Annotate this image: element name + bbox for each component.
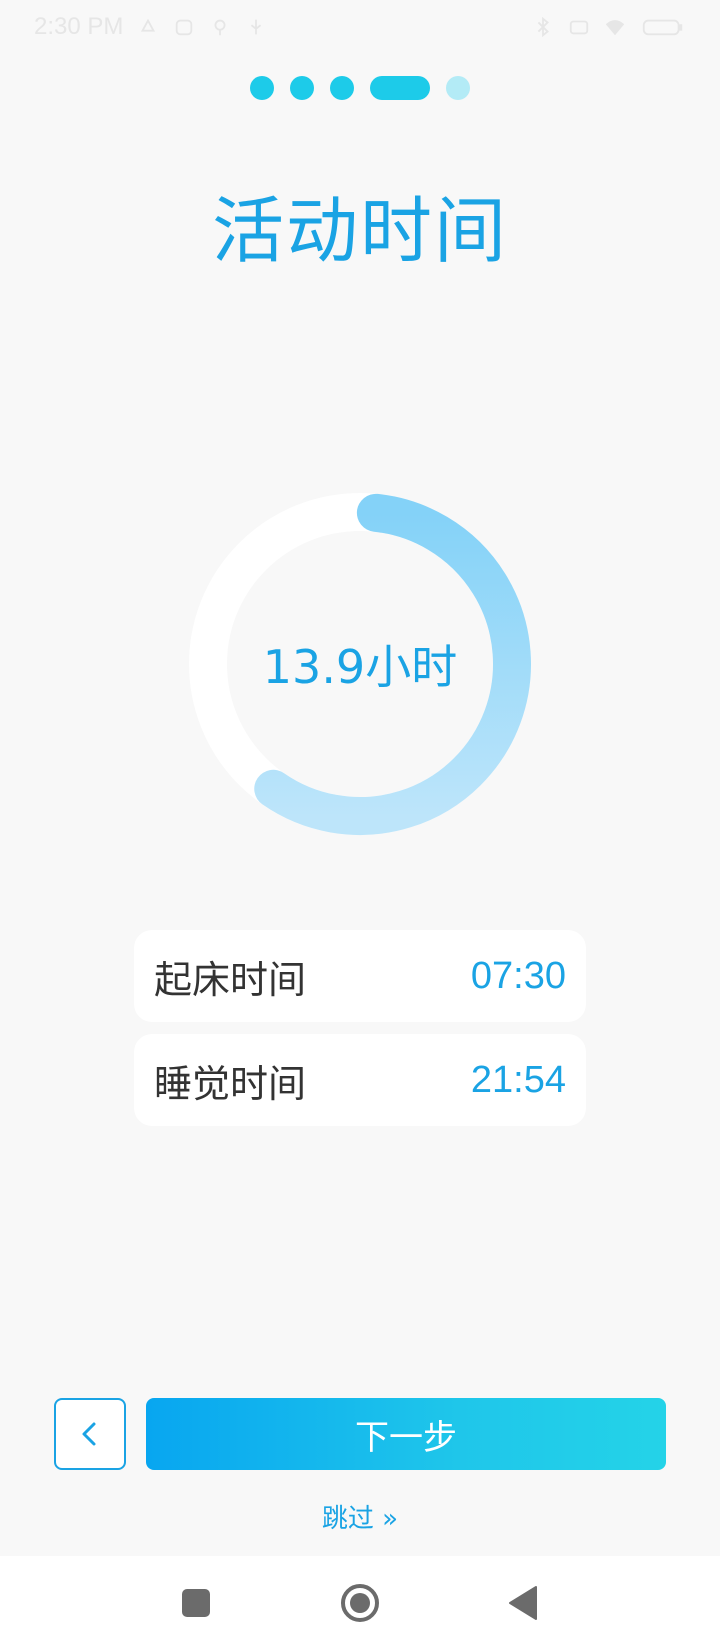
back-button[interactable]	[54, 1398, 126, 1470]
location-icon	[209, 16, 231, 38]
wifi-icon	[604, 16, 626, 38]
sleep-time-value[interactable]: 21:54	[471, 1059, 566, 1102]
home-icon[interactable]	[328, 1571, 392, 1635]
sim-icon	[568, 16, 590, 38]
battery-icon	[640, 16, 686, 38]
usb-icon	[245, 16, 267, 38]
next-step-button[interactable]: 下一步	[146, 1398, 666, 1470]
step-dot	[250, 76, 274, 100]
wake-time-row[interactable]: 起床时间 07:30	[134, 930, 586, 1022]
back-icon[interactable]	[492, 1571, 556, 1635]
sleep-time-row[interactable]: 睡觉时间 21:54	[134, 1034, 586, 1126]
step-dot	[446, 76, 470, 100]
chevron-left-icon	[74, 1418, 106, 1450]
step-indicator	[0, 76, 720, 100]
page-title: 活动时间	[211, 189, 508, 273]
step-dot-active	[370, 76, 430, 100]
status-right	[532, 16, 686, 38]
status-bar: 2:30 PM	[0, 0, 720, 54]
recycle-icon	[137, 16, 159, 38]
status-left: 2:30 PM	[34, 13, 267, 41]
wake-time-value[interactable]: 07:30	[471, 955, 566, 998]
recent-apps-icon[interactable]	[164, 1571, 228, 1635]
duration-label: 13.9小时	[262, 640, 458, 694]
system-nav-bar	[0, 1556, 720, 1650]
bluetooth-icon	[532, 16, 554, 38]
alarm-icon	[173, 16, 195, 38]
step-dot	[290, 76, 314, 100]
skip-link[interactable]: 跳过 »	[0, 1498, 720, 1535]
status-time: 2:30 PM	[34, 13, 124, 40]
activity-ring: 13.9小时	[180, 484, 540, 844]
sleep-time-label: 睡觉时间	[154, 1061, 307, 1106]
step-dot	[330, 76, 354, 100]
wake-time-label: 起床时间	[154, 957, 307, 1002]
